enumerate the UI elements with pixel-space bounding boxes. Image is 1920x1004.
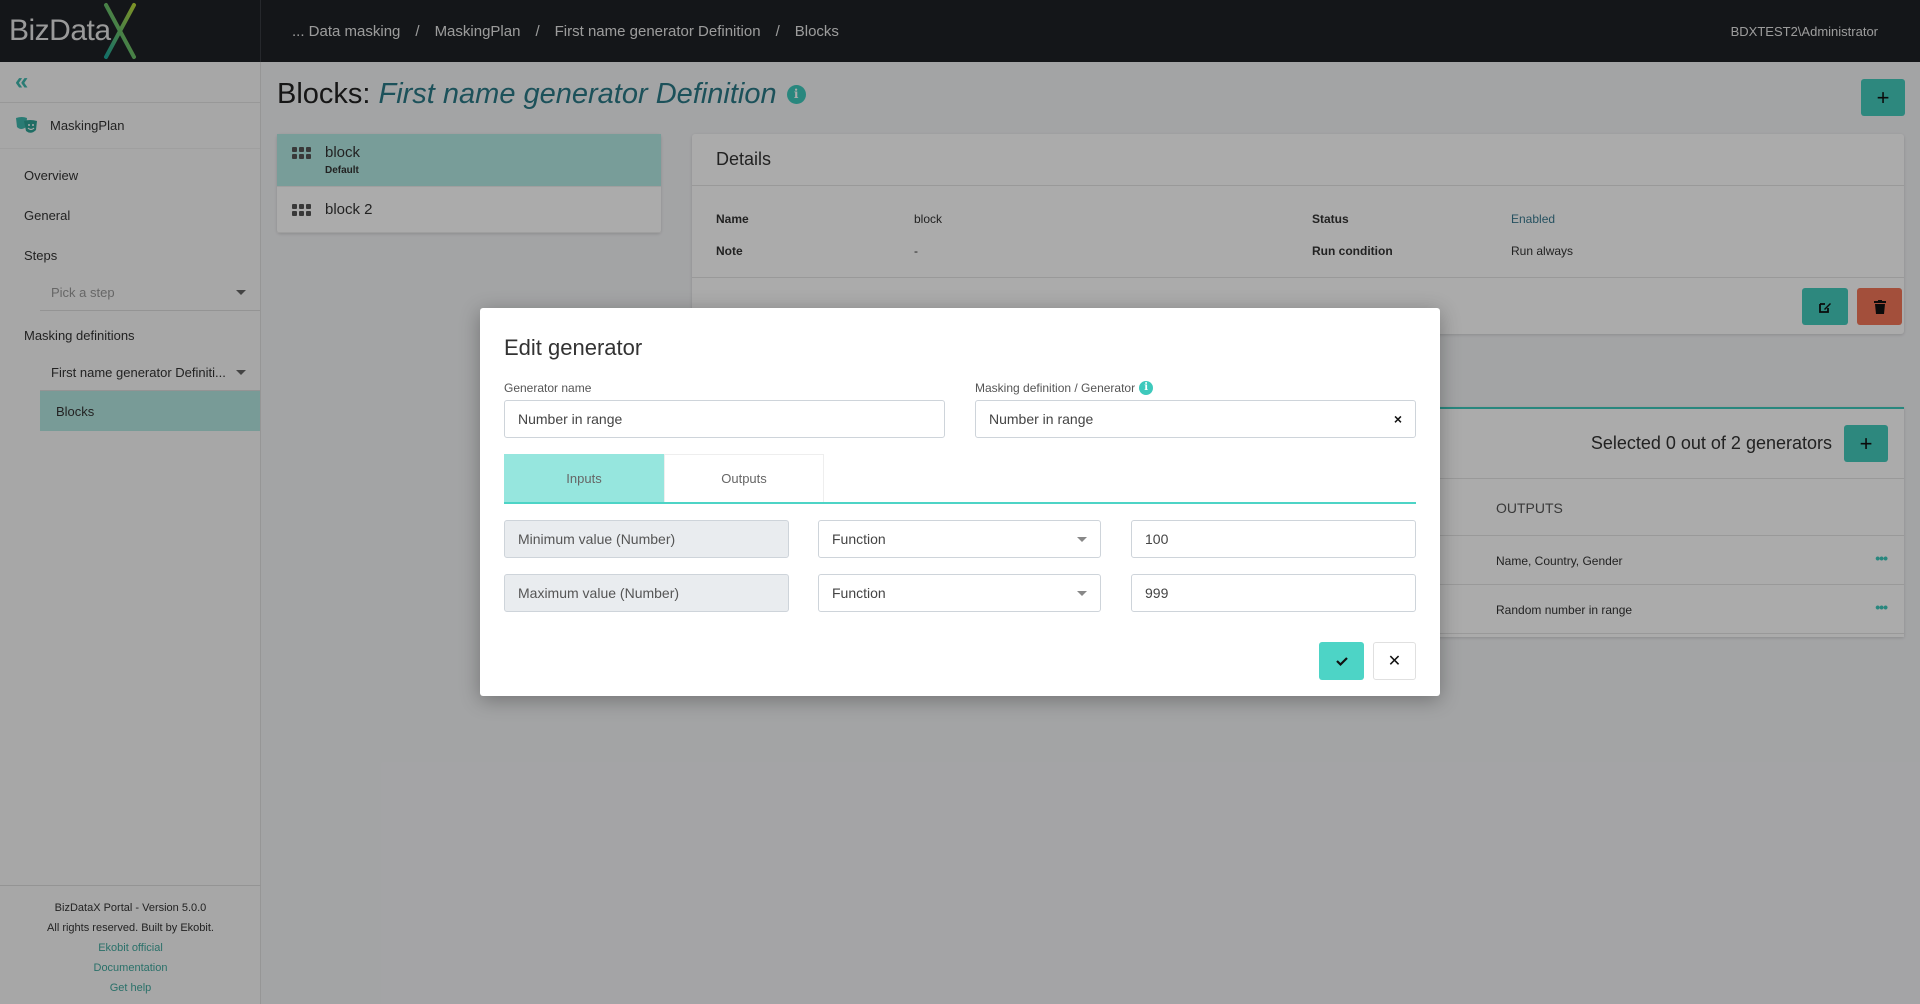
generator-name-input[interactable]: Number in range bbox=[504, 400, 945, 438]
input-name-field: Minimum value (Number) bbox=[504, 520, 789, 558]
input-value-field[interactable]: 999 bbox=[1131, 574, 1416, 612]
definition-label-text: Masking definition / Generator bbox=[975, 381, 1136, 395]
generator-name-value: Number in range bbox=[518, 411, 623, 427]
generator-name-label: Generator name bbox=[504, 381, 592, 395]
tab-inputs[interactable]: Inputs bbox=[504, 454, 664, 502]
check-icon bbox=[1335, 657, 1348, 667]
input-name: Maximum value (Number) bbox=[518, 585, 680, 601]
input-value: 999 bbox=[1145, 585, 1169, 601]
input-value-field[interactable]: 100 bbox=[1131, 520, 1416, 558]
info-icon[interactable]: i bbox=[1139, 381, 1154, 395]
input-type-select[interactable]: Function bbox=[818, 574, 1101, 612]
definition-select[interactable]: Number in range × bbox=[975, 400, 1416, 438]
input-type-value: Function bbox=[832, 585, 886, 601]
input-type-select[interactable]: Function bbox=[818, 520, 1101, 558]
cancel-button[interactable]: ✕ bbox=[1373, 642, 1416, 680]
definition-select-value: Number in range bbox=[989, 411, 1094, 427]
caret-down-icon bbox=[1077, 590, 1087, 596]
modal-title: Edit generator bbox=[504, 335, 643, 360]
input-type-value: Function bbox=[832, 531, 886, 547]
modal-tabs: Inputs Outputs bbox=[504, 454, 1416, 504]
definition-label: Masking definition / Generator i bbox=[975, 381, 1154, 395]
tab-outputs[interactable]: Outputs bbox=[664, 454, 824, 502]
input-value: 100 bbox=[1145, 531, 1169, 547]
input-name: Minimum value (Number) bbox=[518, 531, 676, 547]
input-name-field: Maximum value (Number) bbox=[504, 574, 789, 612]
edit-generator-modal: Edit generator Generator name Number in … bbox=[480, 308, 1440, 696]
clear-icon[interactable]: × bbox=[1394, 411, 1402, 427]
caret-down-icon bbox=[1077, 536, 1087, 542]
confirm-button[interactable] bbox=[1319, 642, 1364, 680]
